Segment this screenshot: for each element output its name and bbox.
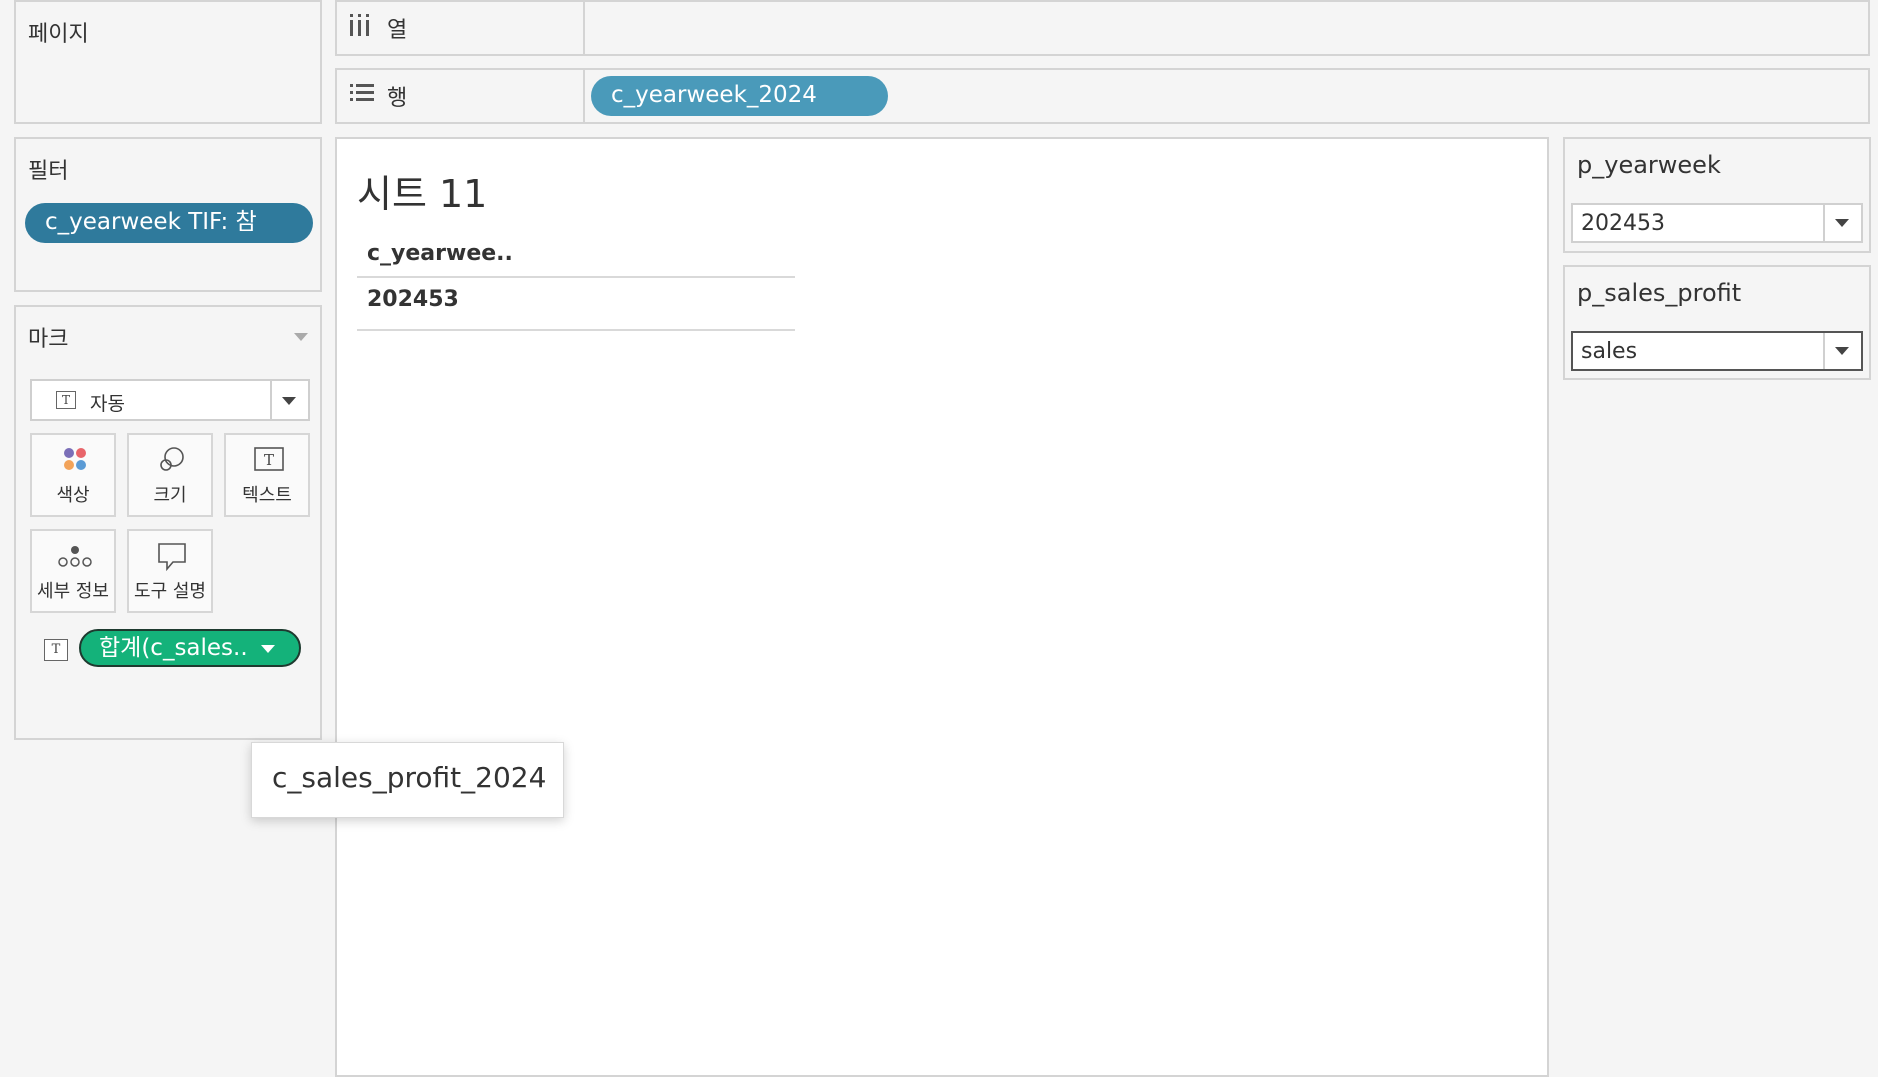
chevron-down-icon bbox=[1835, 219, 1849, 227]
columns-icon bbox=[349, 13, 371, 43]
size-button-label: 크기 bbox=[153, 485, 187, 506]
pages-card-title: 페이지 bbox=[28, 22, 89, 47]
parameter-select-p-yearweek[interactable]: 202453 bbox=[1571, 203, 1863, 243]
table-divider bbox=[357, 329, 795, 331]
color-button-label: 색상 bbox=[56, 485, 90, 506]
parameter-select-p-sales-profit[interactable]: sales bbox=[1571, 331, 1863, 371]
size-button[interactable]: 크기 bbox=[127, 433, 213, 517]
marks-card-menu-icon[interactable] bbox=[294, 333, 308, 341]
color-button[interactable]: 색상 bbox=[30, 433, 116, 517]
columns-shelf-label: 열 bbox=[337, 2, 585, 54]
text-button[interactable]: T 텍스트 bbox=[224, 433, 310, 517]
chevron-down-icon bbox=[1835, 347, 1849, 355]
field-name-tooltip: c_sales_profit_2024 bbox=[251, 742, 564, 818]
detail-button-label: 세부 정보 bbox=[37, 581, 109, 602]
pages-card: 페이지 bbox=[14, 0, 322, 124]
rows-shelf[interactable]: 행 c_yearweek_2024 bbox=[335, 68, 1870, 124]
text-field-pill-sum-sales[interactable]: 합계(c_sales.. bbox=[79, 629, 301, 667]
dropdown-divider bbox=[270, 381, 272, 419]
worksheet-view[interactable]: 시트 11 c_yearwee.. 202453 bbox=[335, 137, 1549, 1077]
filters-card-title: 필터 bbox=[28, 159, 69, 184]
mark-type-label: 자동 bbox=[90, 393, 125, 415]
parameter-title: p_yearweek bbox=[1577, 151, 1721, 179]
tooltip-button[interactable]: 도구 설명 bbox=[127, 529, 213, 613]
parameter-title: p_sales_profit bbox=[1577, 279, 1742, 307]
table-divider bbox=[357, 276, 795, 278]
color-icon bbox=[32, 445, 114, 475]
tooltip-icon bbox=[129, 541, 211, 572]
rows-icon bbox=[349, 82, 375, 110]
chevron-down-icon bbox=[282, 397, 296, 405]
marks-card: 마크 T 자동 색상 크기 T 텍스트 세부 정보 도구 설명 T 합계(c_s… bbox=[14, 305, 322, 740]
rows-shelf-text: 행 bbox=[387, 86, 408, 111]
rows-shelf-label: 행 bbox=[337, 70, 585, 122]
detail-icon bbox=[32, 541, 114, 571]
svg-text:T: T bbox=[264, 451, 274, 469]
parameter-card-p-sales-profit: p_sales_profit sales bbox=[1563, 265, 1871, 380]
detail-button[interactable]: 세부 정보 bbox=[30, 529, 116, 613]
sheet-title: 시트 11 bbox=[357, 172, 488, 216]
size-icon bbox=[129, 445, 211, 475]
rows-pill-c-yearweek[interactable]: c_yearweek_2024 bbox=[591, 76, 888, 116]
chevron-down-icon bbox=[261, 645, 275, 653]
table-row[interactable]: 202453 bbox=[367, 287, 459, 312]
text-icon: T bbox=[226, 445, 308, 475]
columns-shelf[interactable]: 열 bbox=[335, 0, 1870, 56]
parameter-value: sales bbox=[1581, 339, 1638, 364]
text-mark-icon: T bbox=[56, 391, 76, 409]
text-button-label: 텍스트 bbox=[242, 485, 292, 506]
table-column-header[interactable]: c_yearwee.. bbox=[367, 241, 513, 266]
dropdown-divider bbox=[1823, 333, 1825, 369]
filter-pill-c-yearweek[interactable]: c_yearweek TIF: 참 bbox=[25, 203, 313, 243]
mark-type-dropdown[interactable]: T 자동 bbox=[30, 379, 310, 421]
tooltip-button-label: 도구 설명 bbox=[134, 581, 206, 602]
parameter-value: 202453 bbox=[1581, 211, 1665, 236]
dropdown-divider bbox=[1823, 205, 1825, 241]
tooltip-text: c_sales_profit_2024 bbox=[272, 761, 547, 794]
text-field-icon: T bbox=[44, 639, 68, 661]
text-field-pill-label: 합계(c_sales.. bbox=[99, 635, 248, 661]
parameter-card-p-yearweek: p_yearweek 202453 bbox=[1563, 137, 1871, 253]
filters-card: 필터 c_yearweek TIF: 참 bbox=[14, 137, 322, 292]
columns-shelf-text: 열 bbox=[387, 18, 408, 43]
marks-card-title: 마크 bbox=[28, 327, 69, 352]
